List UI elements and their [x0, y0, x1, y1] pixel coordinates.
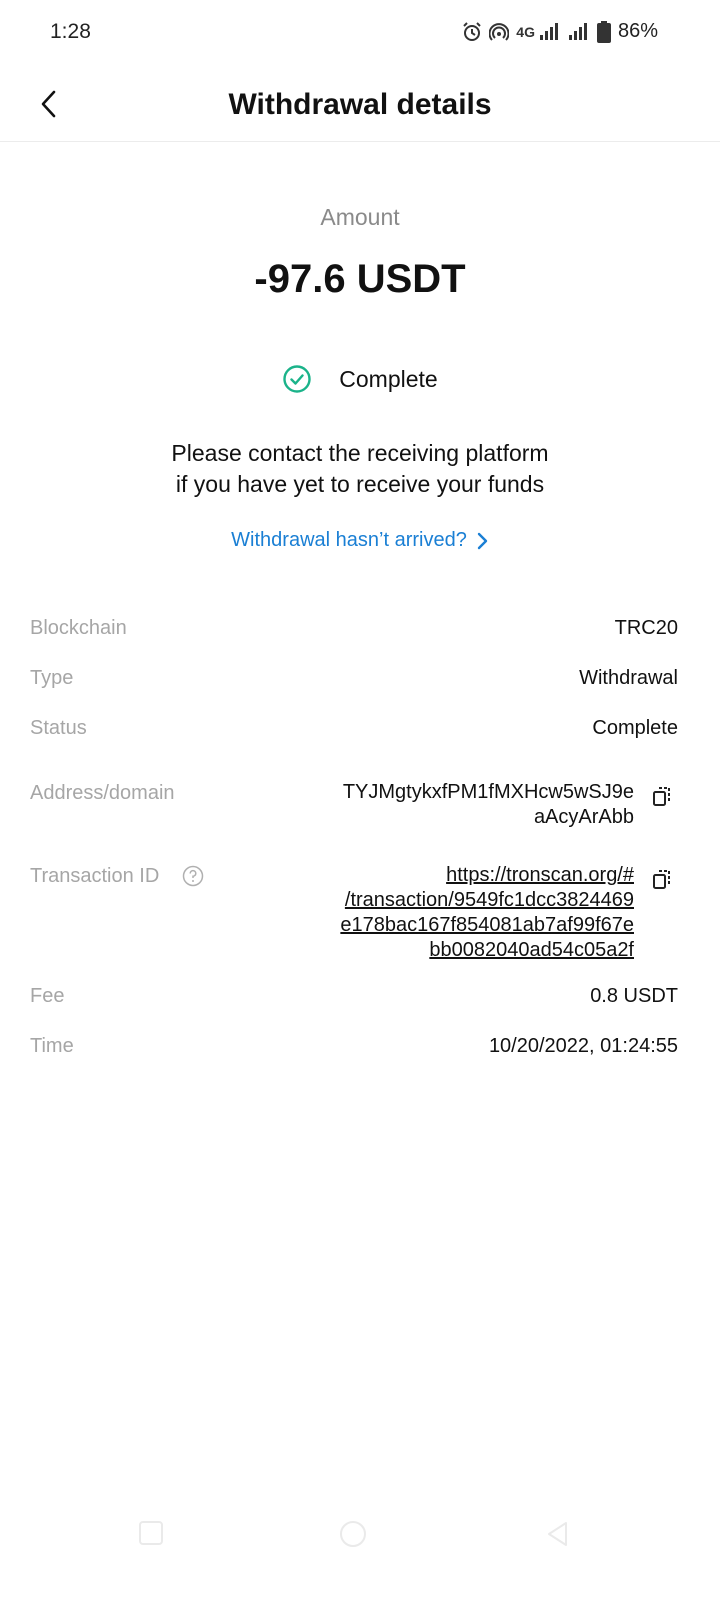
transaction-id-label: Transaction ID: [30, 865, 160, 887]
amount-label: Amount: [320, 204, 400, 230]
question-circle-icon[interactable]: [182, 865, 204, 887]
txid-line: e178bac167f854081ab7af99f67e: [340, 914, 634, 936]
time-label: Time: [30, 1035, 74, 1057]
page-title: Withdrawal details: [228, 88, 492, 121]
system-nav-bar: [0, 1508, 720, 1558]
status-label: Status: [30, 717, 87, 739]
header: Withdrawal details: [0, 66, 720, 142]
status-bar: 1:28 4G 86%: [0, 0, 720, 66]
address-line: aAcyArAbb: [533, 806, 634, 828]
recents-button[interactable]: [139, 1521, 163, 1545]
battery-percent: 86%: [617, 20, 658, 42]
type-value: Withdrawal: [579, 667, 678, 689]
amount-value: -97.6 USDT: [254, 257, 466, 301]
blockchain-label: Blockchain: [30, 617, 127, 639]
nav-back-button[interactable]: [545, 1520, 571, 1548]
notice-line: Please contact the receiving platform: [171, 440, 549, 466]
home-button[interactable]: [340, 1521, 366, 1547]
alarm-icon: [463, 21, 481, 41]
address-label: Address/domain: [30, 782, 175, 804]
type-label: Type: [30, 667, 74, 689]
txid-line: https://tronscan.org/#: [446, 864, 634, 886]
txid-line: /transaction/9549fc1dcc3824469: [344, 889, 634, 911]
help-link-label: Withdrawal hasn’t arrived?: [231, 529, 467, 551]
chevron-right-icon: [477, 532, 488, 549]
battery-icon: [596, 20, 611, 43]
notice-text: Please contact the receiving platform if…: [0, 438, 720, 500]
notice-line: if you have yet to receive your funds: [175, 471, 545, 497]
status-icons: 4G 86%: [462, 20, 658, 43]
time-value: 10/20/2022, 01:24:55: [488, 1035, 678, 1057]
withdrawal-not-arrived-link[interactable]: Withdrawal hasn’t arrived?: [0, 529, 720, 552]
copy-transaction-id-icon[interactable]: [652, 869, 674, 891]
address-line: TYJMgtykxfPM1fMXHcw5wSJ9e: [342, 781, 634, 803]
copy-address-icon[interactable]: [652, 786, 674, 808]
address-value: TYJMgtykxfPM1fMXHcw5wSJ9e aAcyArAbb: [343, 780, 634, 830]
status-row: Complete: [0, 364, 720, 394]
hotspot-icon: [489, 22, 510, 41]
txid-line: bb0082040ad54c05a2f: [429, 939, 634, 961]
status-text: Complete: [339, 365, 438, 392]
fee-value: 0.8 USDT: [590, 985, 678, 1007]
status-time: 1:28: [50, 20, 91, 43]
fee-label: Fee: [30, 985, 65, 1007]
status-value: Complete: [592, 717, 678, 739]
network-type: 4G: [516, 23, 535, 40]
transaction-id-link[interactable]: https://tronscan.org/# /transaction/9549…: [340, 863, 634, 963]
blockchain-value: TRC20: [614, 617, 678, 639]
signal-icon: [539, 22, 558, 40]
check-circle-icon: [283, 365, 311, 393]
signal-icon: [568, 22, 587, 40]
